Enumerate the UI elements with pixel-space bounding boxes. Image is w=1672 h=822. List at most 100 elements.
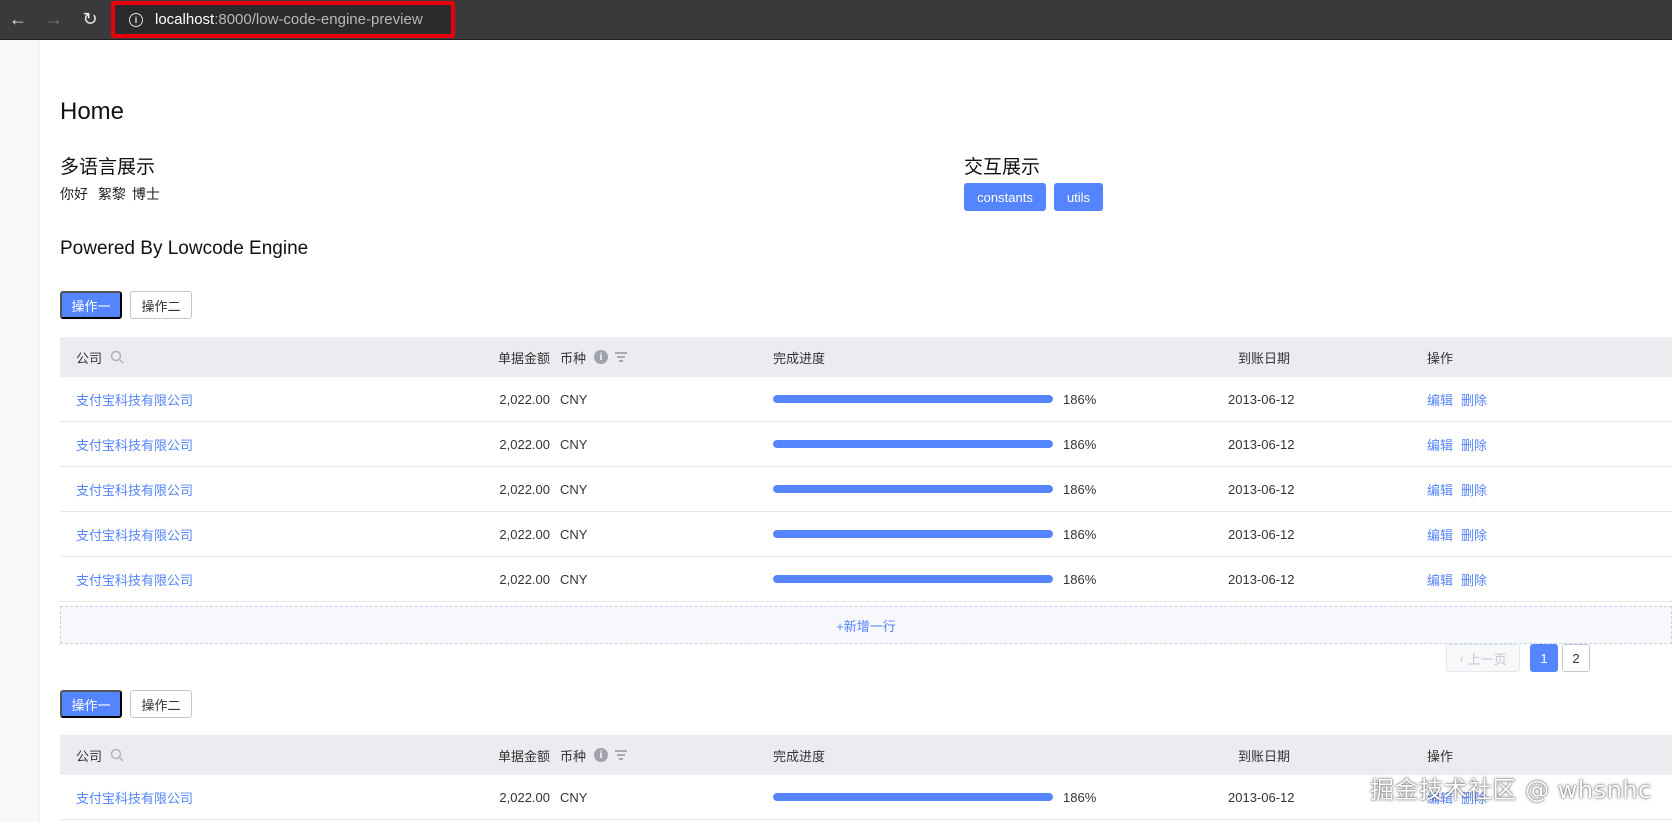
left-gutter [0, 40, 40, 822]
page-1-button[interactable]: 1 [1530, 644, 1558, 672]
company-link[interactable]: 支付宝科技有限公司 [76, 467, 193, 511]
col-ops: 操作 [1427, 350, 1454, 366]
progress-label: 186% [1063, 436, 1097, 452]
ops-cell: 编辑 删除 [1427, 512, 1487, 556]
progress-label: 186% [1063, 526, 1097, 542]
col-currency-label: 币种 [560, 350, 587, 366]
action-one-button-2[interactable]: 操作一 [60, 690, 122, 718]
greeting-part-hello: 你好 [60, 186, 88, 202]
amount-cell: 2,022.00 [499, 789, 550, 805]
page-content: Home 多语言展示 你好 絮黎 博士 交互展示 constants utils … [60, 40, 1672, 822]
delete-link[interactable]: 删除 [1461, 570, 1487, 589]
filter-icon[interactable] [614, 749, 628, 761]
table-row: 支付宝科技有限公司 2,022.00 CNY 186% 2013-06-12 编辑 删除 [60, 512, 1672, 557]
table-body: 支付宝科技有限公司 2,022.00 CNY 186% 2013-06-12 编辑 删除 支付… [60, 377, 1672, 602]
company-link[interactable]: 支付宝科技有限公司 [76, 775, 193, 819]
currency-cell: CNY [560, 436, 588, 452]
search-icon[interactable] [110, 748, 124, 762]
table-row: 支付宝科技有限公司 2,022.00 CNY 186% 2013-06-12 编辑 删除 [60, 377, 1672, 422]
date-cell: 2013-06-12 [1228, 391, 1295, 407]
edit-link[interactable]: 编辑 [1427, 390, 1453, 409]
site-info-icon[interactable]: i [129, 12, 143, 27]
page-2-button[interactable]: 2 [1562, 644, 1590, 672]
col-date: 到账日期 [1238, 350, 1291, 366]
col-currency-2: 币种 i [560, 735, 628, 775]
delete-link[interactable]: 删除 [1461, 525, 1487, 544]
progress-fill [773, 530, 1053, 538]
col-date-2: 到账日期 [1238, 748, 1291, 764]
delete-link[interactable]: 删除 [1461, 390, 1487, 409]
edit-link[interactable]: 编辑 [1427, 435, 1453, 454]
progress-cell: 186% [773, 377, 1096, 421]
table-row: 支付宝科技有限公司 2,022.00 CNY 186% 2013-06-12 编辑 删除 [60, 557, 1672, 602]
progress-label: 186% [1063, 481, 1097, 497]
col-progress-2: 完成进度 [773, 748, 826, 764]
action-one-button[interactable]: 操作一 [60, 291, 122, 319]
url-path: :8000/low-code-engine-preview [214, 11, 423, 28]
col-amount: 单据金额 [497, 350, 550, 366]
col-company-label-2: 公司 [76, 748, 103, 764]
table-header-2: 公司 单据金额 币种 i 完成进度 到账日期 操作 [60, 735, 1672, 775]
ops-cell: 编辑 删除 [1427, 422, 1487, 466]
utils-button[interactable]: utils [1054, 183, 1103, 211]
col-company-label: 公司 [76, 350, 103, 366]
prev-page-label: 上一页 [1467, 651, 1507, 667]
col-company: 公司 [76, 337, 124, 377]
watermark: 掘金技术社区 @ whsnhc [1370, 776, 1652, 804]
data-table: 公司 单据金额 币种 i 完成进度 到账日期 操作 支付宝科技有限公司 2,022… [60, 337, 1672, 602]
forward-arrow-icon[interactable]: → [36, 0, 72, 40]
col-currency-label-2: 币种 [560, 748, 587, 764]
progress-bar [773, 440, 1053, 448]
greeting-part-name: 絮黎 [97, 186, 126, 202]
amount-cell: 2,022.00 [499, 481, 550, 497]
table-header: 公司 单据金额 币种 i 完成进度 到账日期 操作 [60, 337, 1672, 377]
date-cell: 2013-06-12 [1228, 526, 1295, 542]
progress-label: 186% [1063, 571, 1097, 587]
amount-cell: 2,022.00 [499, 391, 550, 407]
progress-cell: 186% [773, 467, 1096, 511]
ops-cell: 编辑 删除 [1427, 557, 1487, 601]
company-link[interactable]: 支付宝科技有限公司 [76, 557, 193, 601]
currency-cell: CNY [560, 391, 588, 407]
greeting-text: 你好 絮黎 博士 [60, 184, 166, 204]
progress-label: 186% [1063, 391, 1097, 407]
ops-cell: 编辑 删除 [1427, 377, 1487, 421]
edit-link[interactable]: 编辑 [1427, 525, 1453, 544]
progress-fill [773, 793, 1053, 801]
currency-cell: CNY [560, 526, 588, 542]
amount-cell: 2,022.00 [499, 526, 550, 542]
company-link[interactable]: 支付宝科技有限公司 [76, 422, 193, 466]
chevron-left-icon: ‹ [1459, 650, 1464, 666]
back-arrow-icon[interactable]: ← [0, 0, 36, 40]
progress-cell: 186% [773, 512, 1096, 556]
progress-bar [773, 575, 1053, 583]
action-two-button[interactable]: 操作二 [130, 291, 192, 319]
url-host: localhost [155, 11, 215, 28]
progress-bar [773, 530, 1053, 538]
add-row-button[interactable]: +新增一行 [60, 606, 1672, 644]
company-link[interactable]: 支付宝科技有限公司 [76, 512, 193, 556]
delete-link[interactable]: 删除 [1461, 435, 1487, 454]
action-two-button-2[interactable]: 操作二 [130, 690, 192, 718]
info-icon[interactable]: i [594, 350, 609, 364]
search-icon[interactable] [110, 350, 124, 364]
company-link[interactable]: 支付宝科技有限公司 [76, 377, 193, 421]
greeting-part-title: 博士 [131, 186, 160, 202]
browser-toolbar: ← → ↻ i localhost:8000/low-code-engine-p… [0, 0, 1672, 40]
progress-bar [773, 793, 1053, 801]
i18n-section-title: 多语言展示 [60, 157, 156, 178]
edit-link[interactable]: 编辑 [1427, 480, 1453, 499]
edit-link[interactable]: 编辑 [1427, 570, 1453, 589]
amount-cell: 2,022.00 [499, 436, 550, 452]
currency-cell: CNY [560, 789, 588, 805]
delete-link[interactable]: 删除 [1461, 480, 1487, 499]
address-bar[interactable]: i localhost:8000/low-code-engine-preview [111, 1, 455, 38]
filter-icon[interactable] [614, 351, 628, 363]
info-icon[interactable]: i [594, 748, 609, 762]
progress-fill [773, 395, 1053, 403]
prev-page-button[interactable]: ‹ 上一页 [1446, 644, 1520, 672]
reload-icon[interactable]: ↻ [72, 0, 108, 40]
col-amount-2: 单据金额 [497, 748, 550, 764]
interaction-section-title: 交互展示 [964, 157, 1041, 178]
constants-button[interactable]: constants [964, 183, 1046, 211]
